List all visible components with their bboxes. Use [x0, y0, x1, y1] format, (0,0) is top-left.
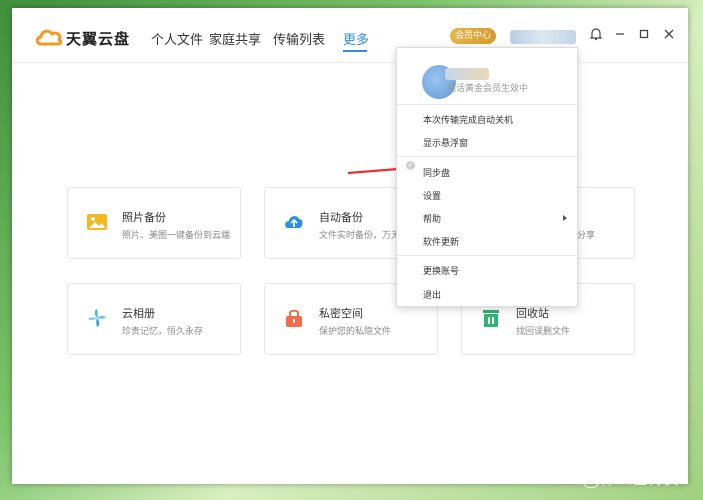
- cloud-logo-icon: [35, 29, 63, 46]
- card-title: 云相册: [122, 307, 155, 320]
- menu-item-settings[interactable]: 设置: [423, 189, 441, 202]
- card-photo-backup[interactable]: 照片备份 照片、美图一键备份到云端: [67, 187, 241, 259]
- close-icon[interactable]: [661, 27, 677, 43]
- active-tab-indicator: [343, 50, 367, 52]
- tab-family-share[interactable]: 家庭共享: [209, 29, 261, 48]
- card-desc: 找回误删文件: [516, 327, 571, 337]
- user-name: [445, 68, 489, 80]
- maximize-icon[interactable]: [636, 27, 652, 43]
- menu-item-sync-disk[interactable]: 同步盘: [423, 166, 450, 179]
- bell-icon[interactable]: [588, 27, 604, 43]
- check-icon[interactable]: ✓: [406, 161, 415, 170]
- tab-transfer-list[interactable]: 传输列表: [273, 29, 325, 48]
- lock-icon: [286, 309, 302, 327]
- card-title: 私密空间: [319, 307, 363, 320]
- photo-icon: [87, 214, 107, 230]
- card-title: 照片备份: [122, 211, 166, 224]
- cloud-upload-icon: [285, 216, 303, 228]
- chevron-right-icon: [563, 215, 567, 221]
- menu-item-switch-account[interactable]: 更换账号: [423, 264, 459, 277]
- card-desc: 保护您的私隐文件: [319, 327, 392, 337]
- card-cloud-album[interactable]: 云相册 珍贵记忆，恒久永存: [67, 283, 241, 355]
- more-dropdown-menu: 电话黄金会员生效中 ✓ 本次传输完成自动关机 显示悬浮窗 同步盘 设置 帮助 软…: [396, 47, 578, 307]
- vip-status: 电话黄金会员生效中: [447, 84, 529, 94]
- watermark: 什么值得买: [600, 470, 681, 488]
- watermark-logo-icon: 值: [582, 470, 600, 488]
- card-desc: 文件实时备份，万无: [319, 231, 401, 241]
- menu-item-exit[interactable]: 退出: [423, 288, 441, 301]
- menu-item-float-window[interactable]: 显示悬浮窗: [423, 136, 468, 149]
- card-title: 回收站: [516, 307, 549, 320]
- app-name: 天翼云盘: [66, 30, 131, 48]
- divider: [397, 255, 577, 256]
- app-window: 天翼云盘 个人文件 家庭共享 传输列表 更多 会员中心 照片备份 照片、美图一键…: [12, 8, 688, 484]
- menu-item-update[interactable]: 软件更新: [423, 235, 459, 248]
- title-bar: 天翼云盘 个人文件 家庭共享 传输列表 更多 会员中心: [12, 8, 688, 63]
- tab-personal-files[interactable]: 个人文件: [151, 29, 203, 48]
- card-desc: 珍贵记忆，恒久永存: [122, 327, 204, 337]
- menu-item-auto-shutdown[interactable]: 本次传输完成自动关机: [423, 113, 513, 126]
- card-title: 自动备份: [319, 211, 363, 224]
- trash-icon: [483, 310, 499, 327]
- menu-item-help[interactable]: 帮助: [423, 212, 441, 225]
- card-desc: 照片、美图一键备份到云端: [122, 231, 231, 241]
- divider: [397, 156, 577, 157]
- divider: [397, 104, 577, 105]
- main-content: 照片备份 照片、美图一键备份到云端 自动备份 文件实时备份，万无 分享 云相册: [12, 63, 688, 484]
- card-desc: 分享: [577, 231, 596, 241]
- minimize-icon[interactable]: [612, 27, 628, 43]
- user-account[interactable]: [510, 30, 576, 44]
- tab-more[interactable]: 更多: [343, 29, 369, 48]
- vip-center-button[interactable]: 会员中心: [450, 28, 496, 44]
- pinwheel-icon: [88, 309, 106, 327]
